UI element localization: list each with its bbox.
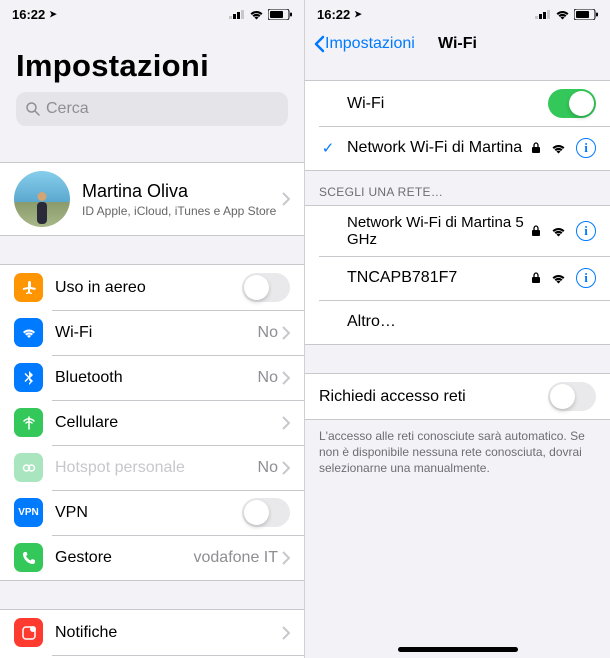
lock-icon: [531, 272, 541, 284]
phone-icon: [14, 543, 43, 572]
bluetooth-row[interactable]: Bluetooth No: [0, 355, 304, 400]
chevron-right-icon: [282, 416, 290, 430]
other-label: Altro…: [347, 313, 596, 331]
vpn-toggle[interactable]: [242, 498, 290, 527]
ask-label: Richiedi accesso reti: [319, 388, 548, 406]
wifi-screen: 16:22 ➤ Impostazioni Wi-Fi Wi-Fi ✓ Networ…: [305, 0, 610, 658]
network-row[interactable]: TNCAPB781F7 i: [305, 256, 610, 300]
status-time: 16:22: [317, 7, 350, 22]
bluetooth-value: No: [258, 369, 278, 387]
carrier-value: vodafone IT: [194, 549, 279, 567]
search-input[interactable]: Cerca: [16, 92, 288, 126]
airplane-toggle[interactable]: [242, 273, 290, 302]
wifi-signal-icon: [551, 226, 566, 237]
ask-to-join-row[interactable]: Richiedi accesso reti: [305, 374, 610, 419]
wifi-row[interactable]: Wi-Fi No: [0, 310, 304, 355]
ask-footer: L'accesso alle reti conosciute sarà auto…: [305, 420, 610, 489]
lock-icon: [531, 225, 541, 237]
status-time: 16:22: [12, 7, 45, 22]
signal-icon: [229, 9, 245, 19]
choose-network-header: SCEGLI UNA RETE…: [305, 171, 610, 205]
hotspot-icon: [14, 453, 43, 482]
hotspot-label: Hotspot personale: [55, 459, 258, 477]
airplane-label: Uso in aereo: [55, 279, 242, 297]
profile-name: Martina Oliva: [82, 181, 282, 202]
bluetooth-label: Bluetooth: [55, 369, 258, 387]
wifi-signal-icon: [551, 143, 566, 154]
wifi-value: No: [258, 324, 278, 342]
status-bar: 16:22 ➤: [305, 0, 610, 24]
vpn-row[interactable]: VPN VPN: [0, 490, 304, 535]
other-network-row[interactable]: Altro…: [305, 300, 610, 344]
chevron-left-icon: [313, 35, 325, 53]
back-label: Impostazioni: [325, 35, 415, 53]
vpn-label: VPN: [55, 504, 242, 522]
search-placeholder: Cerca: [46, 100, 89, 118]
airplane-row[interactable]: Uso in aereo: [0, 265, 304, 310]
network-row[interactable]: Network Wi-Fi di Martina 5 GHz i: [305, 206, 610, 256]
carrier-label: Gestore: [55, 549, 194, 567]
lock-icon: [531, 142, 541, 154]
info-button[interactable]: i: [576, 221, 596, 241]
network-label: Network Wi-Fi di Martina 5 GHz: [347, 214, 531, 248]
cellular-row[interactable]: Cellulare: [0, 400, 304, 445]
apple-id-row[interactable]: Martina Oliva ID Apple, iCloud, iTunes e…: [0, 163, 304, 235]
wifi-status-icon: [555, 9, 570, 20]
page-title: Impostazioni: [16, 48, 288, 84]
connectivity-group: Uso in aereo Wi-Fi No Bluetooth No Cellu…: [0, 264, 304, 581]
hotspot-row[interactable]: Hotspot personale No: [0, 445, 304, 490]
wifi-status-icon: [249, 9, 264, 20]
chevron-right-icon: [282, 192, 290, 206]
notifications-icon: [14, 618, 43, 647]
notifications-group: Notifiche Centro di Controllo Non distur…: [0, 609, 304, 658]
title-area: Impostazioni Cerca: [0, 24, 304, 134]
networks-group: Network Wi-Fi di Martina 5 GHz i TNCAPB7…: [305, 205, 610, 345]
location-icon: ➤: [354, 9, 362, 20]
connected-network-label: Network Wi-Fi di Martina: [347, 139, 531, 157]
airplane-icon: [14, 273, 43, 302]
search-icon: [26, 102, 40, 116]
chevron-right-icon: [282, 626, 290, 640]
chevron-right-icon: [282, 371, 290, 385]
network-label: TNCAPB781F7: [347, 269, 531, 287]
back-button[interactable]: Impostazioni: [313, 35, 415, 53]
checkmark-icon: ✓: [319, 139, 337, 157]
ask-toggle[interactable]: [548, 382, 596, 411]
battery-icon: [574, 9, 598, 20]
wifi-toggle-row[interactable]: Wi-Fi: [305, 81, 610, 126]
info-button[interactable]: i: [576, 268, 596, 288]
wifi-icon: [14, 318, 43, 347]
wifi-scroll[interactable]: Wi-Fi ✓ Network Wi-Fi di Martina i SCEGL…: [305, 64, 610, 658]
home-indicator[interactable]: [398, 647, 518, 652]
wifi-label: Wi-Fi: [55, 324, 258, 342]
avatar: [14, 171, 70, 227]
battery-icon: [268, 9, 292, 20]
settings-screen: 16:22 ➤ Impostazioni Cerca Martina Oliva …: [0, 0, 305, 658]
connected-network-row[interactable]: ✓ Network Wi-Fi di Martina i: [305, 126, 610, 170]
wifi-toggle[interactable]: [548, 89, 596, 118]
cellular-label: Cellulare: [55, 414, 282, 432]
signal-icon: [535, 9, 551, 19]
location-icon: ➤: [49, 9, 57, 20]
wifi-toggle-group: Wi-Fi ✓ Network Wi-Fi di Martina i: [305, 80, 610, 171]
chevron-right-icon: [282, 326, 290, 340]
settings-scroll[interactable]: Martina Oliva ID Apple, iCloud, iTunes e…: [0, 134, 304, 658]
vpn-icon: VPN: [14, 498, 43, 527]
wifi-toggle-label: Wi-Fi: [347, 95, 548, 113]
status-bar: 16:22 ➤: [0, 0, 304, 24]
cellular-icon: [14, 408, 43, 437]
wifi-signal-icon: [551, 273, 566, 284]
carrier-row[interactable]: Gestore vodafone IT: [0, 535, 304, 580]
chevron-right-icon: [282, 461, 290, 475]
notifications-row[interactable]: Notifiche: [0, 610, 304, 655]
bluetooth-icon: [14, 363, 43, 392]
nav-bar: Impostazioni Wi-Fi: [305, 24, 610, 64]
info-button[interactable]: i: [576, 138, 596, 158]
hotspot-value: No: [258, 459, 278, 477]
profile-group: Martina Oliva ID Apple, iCloud, iTunes e…: [0, 162, 304, 236]
notifications-label: Notifiche: [55, 624, 282, 642]
chevron-right-icon: [282, 551, 290, 565]
profile-sub: ID Apple, iCloud, iTunes e App Store: [82, 204, 282, 218]
ask-group: Richiedi accesso reti: [305, 373, 610, 420]
